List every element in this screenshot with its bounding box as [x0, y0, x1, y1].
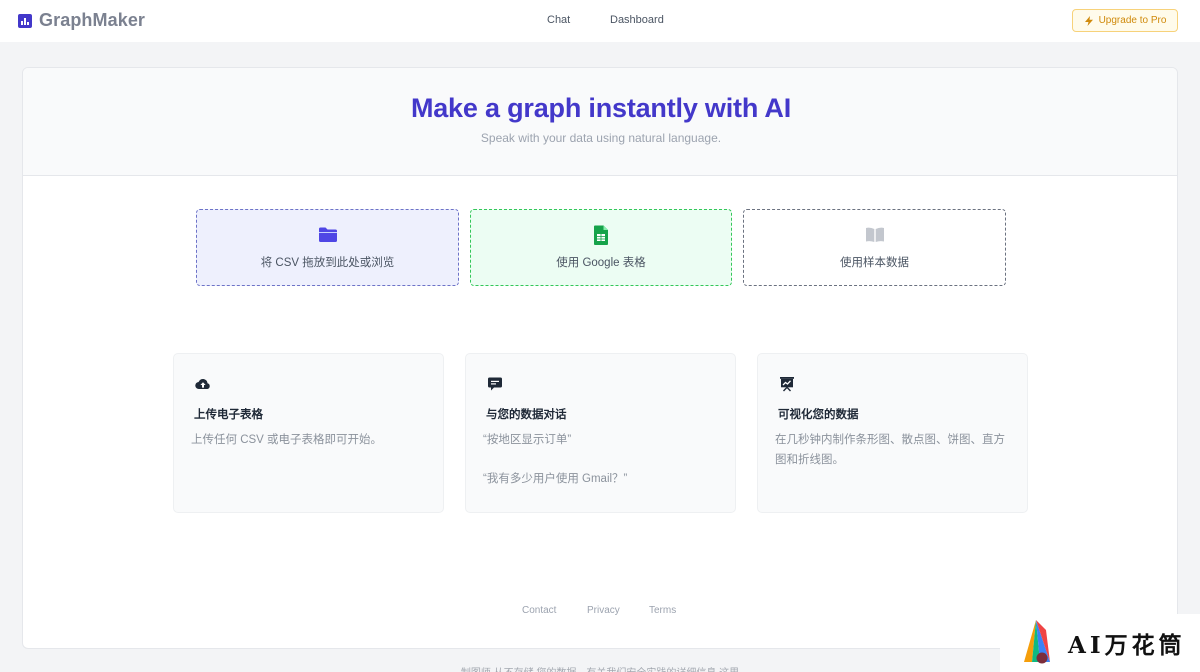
feature-card-chat: 与您的数据对话 “按地区显示订单” “我有多少用户使用 Gmail？”	[465, 353, 736, 513]
page-subtitle: Speak with your data using natural langu…	[480, 131, 722, 145]
upgrade-label: Upgrade to Pro	[1098, 15, 1167, 26]
upgrade-to-pro-button[interactable]: Upgrade to Pro	[1072, 9, 1178, 32]
bar-chart-icon	[18, 13, 32, 28]
feature-card-upload: 上传电子表格 上传任何 CSV 或电子表格即可开始。	[173, 353, 444, 513]
sample-data-label: 使用样本数据	[840, 257, 909, 269]
lightning-icon	[1084, 15, 1093, 26]
watermark-text: AI万花筒	[1068, 632, 1186, 659]
sample-data-button[interactable]: 使用样本数据	[743, 209, 1006, 286]
page-title: Make a graph instantly with AI	[410, 93, 792, 123]
hero-section: Make a graph instantly with AI Speak wit…	[23, 68, 1177, 176]
footer-contact-link[interactable]: Contact	[522, 605, 556, 616]
feature-example-2: “我有多少用户使用 Gmail？”	[483, 473, 628, 485]
kaleidoscope-logo-icon	[1024, 620, 1050, 664]
footer-privacy-link[interactable]: Privacy	[587, 605, 620, 616]
main-card: Make a graph instantly with AI Speak wit…	[22, 67, 1178, 649]
nav-chat-link[interactable]: Chat	[547, 14, 570, 26]
brand-logo[interactable]: GraphMaker	[18, 10, 145, 31]
feature-text: 在几秒钟内制作条形图、散点图、饼图、直方图和折线图。	[775, 434, 1005, 466]
csv-dropzone[interactable]: 将 CSV 拖放到此处或浏览	[196, 209, 459, 286]
feature-example-1: “按地区显示订单”	[483, 434, 572, 446]
google-sheets-button[interactable]: 使用 Google 表格	[470, 209, 732, 286]
cloud-upload-icon	[195, 378, 210, 390]
brand-name: GraphMaker	[39, 10, 146, 30]
chat-bubble-icon	[488, 377, 502, 391]
top-nav: GraphMaker Chat Dashboard Upgrade to Pro	[0, 0, 1200, 42]
feature-title: 与您的数据对话	[486, 409, 567, 421]
presentation-chart-icon	[780, 377, 794, 392]
nav-dashboard-link[interactable]: Dashboard	[610, 14, 664, 26]
feature-title: 可视化您的数据	[778, 409, 859, 421]
book-icon	[865, 227, 884, 242]
watermark: AI万花筒	[1000, 614, 1200, 672]
folder-icon	[318, 227, 337, 242]
feature-text: 上传任何 CSV 或电子表格即可开始。	[191, 434, 383, 446]
spreadsheet-icon	[594, 225, 608, 245]
feature-title: 上传电子表格	[194, 409, 263, 421]
footer-terms-link[interactable]: Terms	[649, 605, 676, 616]
csv-dropzone-label: 将 CSV 拖放到此处或浏览	[260, 257, 395, 269]
feature-card-visualize: 可视化您的数据 在几秒钟内制作条形图、散点图、饼图、直方图和折线图。	[757, 353, 1028, 513]
google-sheets-label: 使用 Google 表格	[556, 257, 646, 269]
